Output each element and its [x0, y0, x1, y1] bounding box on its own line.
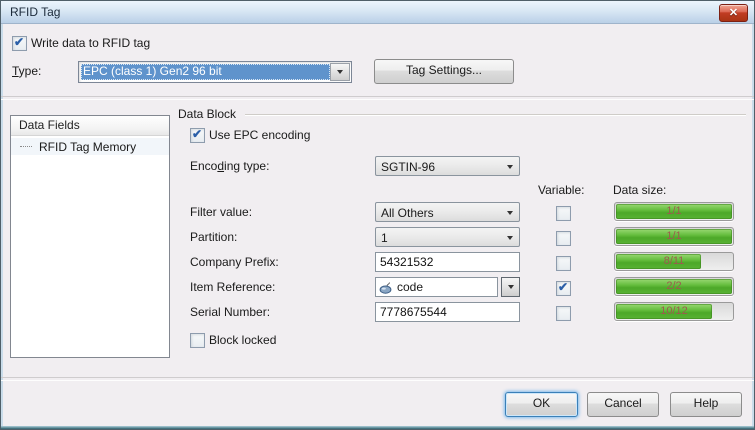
- data-source-icon: [379, 281, 393, 294]
- serial-number-size-bar: 10/12: [614, 302, 734, 321]
- ok-button[interactable]: OK: [505, 392, 578, 417]
- footer-separator: [1, 377, 754, 381]
- title-bar[interactable]: RFID Tag ✕: [1, 1, 754, 24]
- chevron-down-icon: [337, 70, 343, 74]
- encoding-type-combobox[interactable]: SGTIN-96: [375, 156, 520, 176]
- company-prefix-variable-checkbox[interactable]: [556, 256, 571, 271]
- write-data-label: Write data to RFID tag: [31, 36, 150, 50]
- filter-value-variable-checkbox[interactable]: [556, 206, 571, 221]
- filter-value-combobox[interactable]: All Others: [375, 202, 520, 222]
- item-reference-variable-checkbox[interactable]: [556, 281, 571, 296]
- company-prefix-input[interactable]: [375, 252, 520, 272]
- filter-value-label: Filter value:: [190, 205, 252, 219]
- item-reference-label: Item Reference:: [190, 280, 275, 294]
- help-button[interactable]: Help: [670, 392, 742, 417]
- type-combobox-dropdown[interactable]: [330, 63, 350, 81]
- chevron-down-icon: [507, 165, 513, 169]
- use-epc-encoding-checkbox[interactable]: [190, 128, 205, 143]
- block-locked-label: Block locked: [209, 333, 276, 347]
- partition-variable-checkbox[interactable]: [556, 231, 571, 246]
- filter-value-value: All Others: [381, 206, 499, 220]
- tree-branch-icon: [20, 146, 32, 147]
- variable-column-header: Variable:: [538, 183, 584, 197]
- company-prefix-size-bar: 8/11: [614, 252, 734, 271]
- data-size-column-header: Data size:: [613, 183, 666, 197]
- filter-value-size-text: 1/1: [615, 205, 733, 217]
- serial-number-size-text: 10/12: [615, 305, 733, 317]
- type-combobox[interactable]: EPC (class 1) Gen2 96 bit: [78, 61, 352, 83]
- field-row-item-reference: Item Reference: code 2/2: [0, 277, 755, 299]
- item-reference-size-text: 2/2: [615, 280, 733, 292]
- partition-size-text: 1/1: [615, 230, 733, 242]
- block-locked-checkbox[interactable]: [190, 333, 205, 348]
- tag-settings-button[interactable]: Tag Settings...: [374, 59, 514, 84]
- field-row-serial-number: Serial Number: 10/12: [0, 302, 755, 324]
- tree-item-label: RFID Tag Memory: [39, 140, 136, 154]
- chevron-down-icon: [508, 285, 514, 289]
- encoding-type-label: Encoding type:: [190, 159, 269, 173]
- partition-value: 1: [381, 231, 499, 245]
- partition-size-bar: 1/1: [614, 227, 734, 246]
- rfid-tag-dialog: RFID Tag ✕ Write data to RFID tag Type: …: [0, 0, 755, 430]
- data-block-group-line: [245, 114, 746, 115]
- window-title: RFID Tag: [10, 5, 60, 19]
- serial-number-label: Serial Number:: [190, 305, 270, 319]
- serial-number-input[interactable]: [375, 302, 520, 322]
- field-row-filter-value: Filter value: All Others 1/1: [0, 202, 755, 224]
- use-epc-encoding-label: Use EPC encoding: [209, 128, 310, 142]
- company-prefix-label: Company Prefix:: [190, 255, 279, 269]
- item-reference-dropdown[interactable]: [501, 277, 520, 297]
- item-reference-combobox[interactable]: code: [375, 277, 520, 297]
- top-separator: [1, 96, 754, 100]
- close-icon: ✕: [720, 5, 747, 21]
- item-reference-value: code: [397, 280, 423, 294]
- serial-number-variable-checkbox[interactable]: [556, 306, 571, 321]
- type-label: Type:: [12, 64, 41, 78]
- tree-item-rfid-tag-memory[interactable]: RFID Tag Memory: [11, 138, 169, 155]
- encoding-type-value: SGTIN-96: [381, 160, 499, 174]
- company-prefix-size-text: 8/11: [615, 255, 733, 267]
- filter-value-size-bar: 1/1: [614, 202, 734, 221]
- partition-combobox[interactable]: 1: [375, 227, 520, 247]
- data-block-group-title: Data Block: [178, 107, 236, 121]
- partition-label: Partition:: [190, 230, 237, 244]
- field-row-partition: Partition: 1 1/1: [0, 227, 755, 249]
- chevron-down-icon: [507, 211, 513, 215]
- item-reference-field[interactable]: code: [375, 277, 498, 297]
- data-fields-header: Data Fields: [11, 116, 169, 136]
- cancel-button[interactable]: Cancel: [587, 392, 659, 417]
- close-button[interactable]: ✕: [719, 4, 748, 22]
- type-combobox-value: EPC (class 1) Gen2 96 bit: [81, 64, 330, 80]
- chevron-down-icon: [507, 236, 513, 240]
- write-data-checkbox[interactable]: [12, 36, 27, 51]
- item-reference-size-bar: 2/2: [614, 277, 734, 296]
- field-row-company-prefix: Company Prefix: 8/11: [0, 252, 755, 274]
